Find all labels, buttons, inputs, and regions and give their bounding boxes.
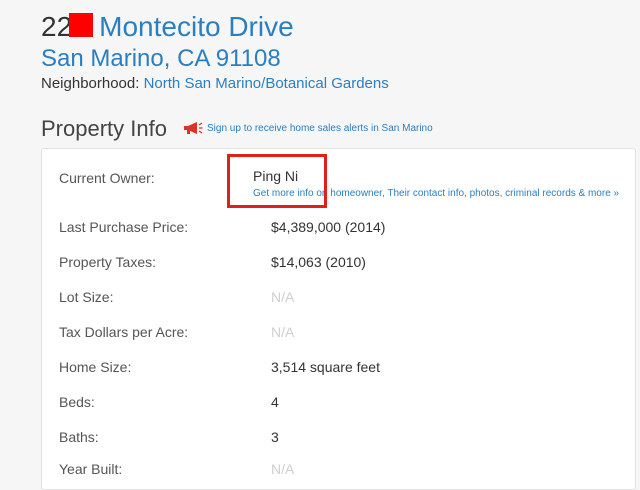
row-label: Beds: [59,394,95,410]
megaphone-icon [184,122,203,134]
neighborhood-line: Neighborhood: North San Marino/Botanical… [41,74,389,94]
row-label: Home Size: [59,359,132,375]
row-value: 3,514 square feet [271,359,380,375]
house-number: 22 [41,11,73,42]
row-value: $14,063 (2010) [271,254,366,270]
street-name: Montecito Drive [99,11,294,42]
row-value: N/A [271,461,295,477]
row-label: Last Purchase Price: [59,219,189,235]
row-value: $4,389,000 (2014) [271,219,386,235]
neighborhood-label: Neighborhood: [41,75,140,92]
owner-highlight-box [227,154,327,208]
sales-alert-link[interactable]: Sign up to receive home sales alerts in … [183,122,433,134]
owner-label: Current Owner: [59,170,155,186]
row-label: Tax Dollars per Acre: [59,324,189,340]
city-state-zip[interactable]: San Marino, CA 91108 [41,44,281,74]
property-info-title: Property Info [41,116,167,141]
row-label: Year Built: [59,461,123,477]
row-label: Baths: [59,429,99,445]
sales-alert-text: Sign up to receive home sales alerts in … [207,122,433,134]
row-label: Property Taxes: [59,254,157,270]
address-heading: 22 Montecito Drive [41,10,294,44]
redaction-mark [69,13,94,37]
row-value: 3 [271,429,279,445]
row-label: Lot Size: [59,289,114,305]
neighborhood-link[interactable]: North San Marino/Botanical Gardens [144,75,389,92]
row-value: N/A [271,324,295,340]
row-value: 4 [271,394,279,410]
row-value: N/A [271,289,295,305]
